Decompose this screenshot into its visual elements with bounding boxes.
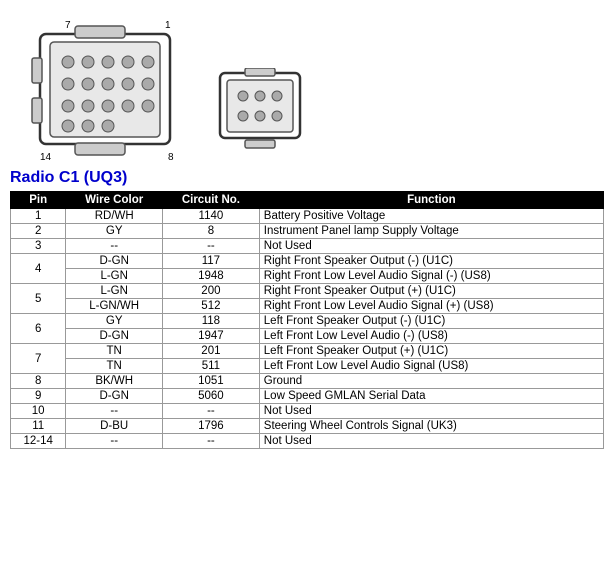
table-header-row: Pin Wire Color Circuit No. Function (11, 192, 604, 209)
cell-circuit: 200 (163, 284, 260, 299)
cell-circuit: 118 (163, 314, 260, 329)
cell-wire: D-GN (66, 329, 163, 344)
small-connector-svg (215, 68, 305, 153)
pin-table: Pin Wire Color Circuit No. Function 1RD/… (10, 191, 604, 449)
header-pin: Pin (11, 192, 66, 209)
cell-function: Instrument Panel lamp Supply Voltage (259, 224, 603, 239)
cell-pin: 2 (11, 224, 66, 239)
cell-function: Right Front Low Level Audio Signal (-) (… (259, 269, 603, 284)
cell-function: Right Front Speaker Output (-) (U1C) (259, 254, 603, 269)
table-row: D-GN1947Left Front Low Level Audio (-) (… (11, 329, 604, 344)
label-8: 8 (168, 152, 174, 163)
cell-wire: -- (66, 239, 163, 254)
cell-wire: D-GN (66, 254, 163, 269)
cell-wire: -- (66, 404, 163, 419)
cell-function: Left Front Low Level Audio Signal (US8) (259, 359, 603, 374)
cell-wire: D-GN (66, 389, 163, 404)
cell-wire: GY (66, 224, 163, 239)
cell-function: Not Used (259, 434, 603, 449)
cell-wire: L-GN (66, 269, 163, 284)
table-row: 7TN201Left Front Speaker Output (+) (U1C… (11, 344, 604, 359)
table-row: 2GY8Instrument Panel lamp Supply Voltage (11, 224, 604, 239)
cell-wire: TN (66, 359, 163, 374)
cell-function: Ground (259, 374, 603, 389)
cell-pin: 9 (11, 389, 66, 404)
section-title: Radio C1 (UQ3) (10, 169, 604, 187)
cell-circuit: 1948 (163, 269, 260, 284)
cell-function: Left Front Speaker Output (-) (U1C) (259, 314, 603, 329)
cell-wire: RD/WH (66, 209, 163, 224)
table-row: L-GN/WH512Right Front Low Level Audio Si… (11, 299, 604, 314)
cell-function: Right Front Speaker Output (+) (U1C) (259, 284, 603, 299)
connector-small (215, 68, 305, 153)
cell-circuit: 1796 (163, 419, 260, 434)
cell-wire: D-BU (66, 419, 163, 434)
table-row: 5L-GN200Right Front Speaker Output (+) (… (11, 284, 604, 299)
cell-wire: GY (66, 314, 163, 329)
cell-pin: 7 (11, 344, 66, 374)
cell-circuit: 1140 (163, 209, 260, 224)
cell-circuit: 5060 (163, 389, 260, 404)
table-row: 11D-BU1796Steering Wheel Controls Signal… (11, 419, 604, 434)
cell-circuit: 117 (163, 254, 260, 269)
cell-function: Right Front Low Level Audio Signal (+) (… (259, 299, 603, 314)
label-1: 1 (165, 20, 171, 31)
cell-function: Battery Positive Voltage (259, 209, 603, 224)
table-row: TN511Left Front Low Level Audio Signal (… (11, 359, 604, 374)
cell-pin: 12-14 (11, 434, 66, 449)
header-wire: Wire Color (66, 192, 163, 209)
connector-main: 7 1 14 8 (10, 18, 185, 163)
table-row: 1RD/WH1140Battery Positive Voltage (11, 209, 604, 224)
cell-function: Steering Wheel Controls Signal (UK3) (259, 419, 603, 434)
cell-function: Left Front Speaker Output (+) (U1C) (259, 344, 603, 359)
table-row: 4D-GN117Right Front Speaker Output (-) (… (11, 254, 604, 269)
main-connector-svg (10, 18, 185, 163)
cell-pin: 5 (11, 284, 66, 314)
cell-pin: 10 (11, 404, 66, 419)
cell-wire: L-GN (66, 284, 163, 299)
table-row: 6GY118Left Front Speaker Output (-) (U1C… (11, 314, 604, 329)
cell-circuit: 1947 (163, 329, 260, 344)
label-7: 7 (65, 20, 71, 31)
cell-circuit: 1051 (163, 374, 260, 389)
page: 7 1 14 8 (0, 0, 614, 457)
cell-wire: L-GN/WH (66, 299, 163, 314)
header-circuit: Circuit No. (163, 192, 260, 209)
cell-function: Not Used (259, 239, 603, 254)
cell-function: Left Front Low Level Audio (-) (US8) (259, 329, 603, 344)
cell-pin: 4 (11, 254, 66, 284)
cell-pin: 6 (11, 314, 66, 344)
cell-wire: BK/WH (66, 374, 163, 389)
table-row: 8BK/WH1051Ground (11, 374, 604, 389)
diagram-area: 7 1 14 8 (10, 8, 604, 163)
cell-wire: -- (66, 434, 163, 449)
cell-pin: 1 (11, 209, 66, 224)
table-row: 3----Not Used (11, 239, 604, 254)
table-row: 12-14----Not Used (11, 434, 604, 449)
cell-circuit: -- (163, 239, 260, 254)
cell-circuit: 8 (163, 224, 260, 239)
header-function: Function (259, 192, 603, 209)
cell-circuit: 201 (163, 344, 260, 359)
table-row: 9D-GN5060Low Speed GMLAN Serial Data (11, 389, 604, 404)
cell-pin: 11 (11, 419, 66, 434)
cell-wire: TN (66, 344, 163, 359)
cell-circuit: -- (163, 404, 260, 419)
cell-pin: 8 (11, 374, 66, 389)
label-14: 14 (40, 152, 51, 163)
table-row: L-GN1948Right Front Low Level Audio Sign… (11, 269, 604, 284)
cell-circuit: 511 (163, 359, 260, 374)
cell-circuit: -- (163, 434, 260, 449)
cell-function: Not Used (259, 404, 603, 419)
cell-pin: 3 (11, 239, 66, 254)
cell-function: Low Speed GMLAN Serial Data (259, 389, 603, 404)
table-row: 10----Not Used (11, 404, 604, 419)
cell-circuit: 512 (163, 299, 260, 314)
